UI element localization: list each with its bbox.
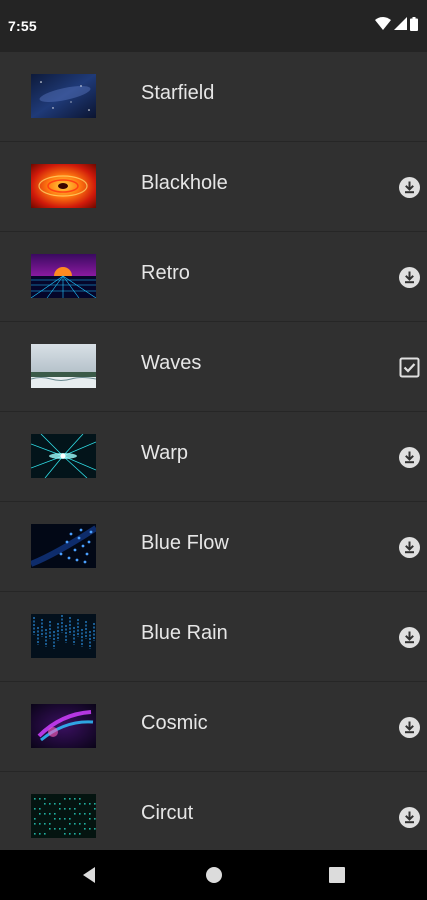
wallpaper-row-bluerain[interactable]: Blue Rain — [0, 592, 427, 682]
wallpaper-thumbnail — [31, 344, 96, 388]
wallpaper-thumbnail — [31, 74, 96, 118]
download-icon[interactable] — [399, 807, 420, 828]
wallpaper-thumbnail — [31, 704, 96, 748]
wallpaper-row-blueflow[interactable]: Blue Flow — [0, 502, 427, 592]
status-icons — [375, 17, 418, 31]
wallpaper-name: Cosmic — [141, 712, 208, 734]
wallpaper-name: Warp — [141, 442, 189, 464]
download-icon[interactable] — [399, 177, 420, 198]
wallpaper-row-starfield[interactable]: Starfield — [0, 52, 427, 142]
wallpaper-row-circut[interactable]: Circut — [0, 772, 427, 850]
wallpaper-thumbnail — [31, 614, 96, 658]
wallpaper-row-retro[interactable]: Retro — [0, 232, 427, 322]
wallpaper-thumbnail — [31, 254, 96, 298]
wallpaper-thumbnail — [31, 164, 96, 208]
recents-icon[interactable] — [326, 864, 348, 886]
wallpaper-name: Blue Flow — [141, 532, 229, 554]
checkbox-checked-icon[interactable] — [399, 357, 420, 378]
wallpaper-thumbnail — [31, 434, 96, 478]
battery-icon — [410, 17, 418, 31]
wallpaper-thumbnail — [31, 524, 96, 568]
download-icon[interactable] — [399, 267, 420, 288]
cell-signal-icon — [394, 17, 407, 31]
wallpaper-row-blackhole[interactable]: Blackhole — [0, 142, 427, 232]
wallpaper-row-cosmic[interactable]: Cosmic — [0, 682, 427, 772]
wallpaper-name: Retro — [141, 262, 190, 284]
wallpaper-name: Circut — [141, 802, 194, 824]
navigation-bar — [0, 850, 427, 900]
wallpaper-thumbnail — [31, 794, 96, 838]
wallpaper-list[interactable]: Starfield Blackhole Retro Waves Warp Blue Flo… — [0, 52, 427, 850]
wallpaper-name: Blackhole — [141, 172, 228, 194]
download-icon[interactable] — [399, 627, 420, 648]
status-time: 7:55 — [8, 18, 37, 34]
wallpaper-name: Starfield — [141, 82, 215, 104]
download-icon[interactable] — [399, 537, 420, 558]
download-icon[interactable] — [399, 447, 420, 468]
home-icon[interactable] — [203, 864, 225, 886]
wallpaper-name: Blue Rain — [141, 622, 228, 644]
back-icon[interactable] — [79, 864, 101, 886]
status-bar: 7:55 — [0, 0, 427, 52]
wallpaper-row-waves[interactable]: Waves — [0, 322, 427, 412]
wallpaper-row-warp[interactable]: Warp — [0, 412, 427, 502]
wallpaper-name: Waves — [141, 352, 202, 374]
download-icon[interactable] — [399, 717, 420, 738]
wifi-icon — [375, 17, 391, 31]
